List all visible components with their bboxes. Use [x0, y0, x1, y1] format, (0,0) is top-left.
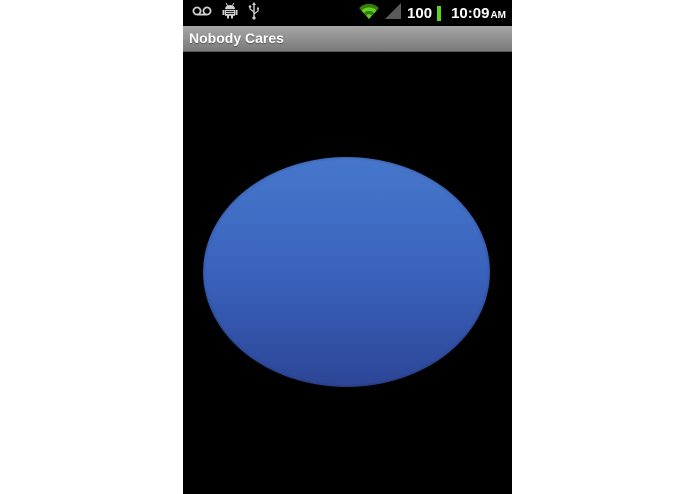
- status-system-icons: 100 10:09AM: [358, 3, 506, 23]
- usb-icon: [248, 1, 260, 25]
- phone-screen: 100 10:09AM Nobody Cares: [183, 0, 512, 494]
- blue-ellipse-shape[interactable]: [203, 157, 490, 387]
- status-bar: 100 10:09AM: [183, 0, 512, 26]
- battery-level: 100: [407, 4, 433, 22]
- drawing-canvas[interactable]: [183, 52, 512, 494]
- app-title: Nobody Cares: [189, 30, 284, 46]
- battery-icon: [437, 5, 442, 21]
- android-debug-icon: [222, 2, 238, 24]
- voicemail-icon: [192, 4, 212, 22]
- cell-signal-icon: [384, 2, 402, 24]
- clock: 10:09AM: [451, 5, 506, 22]
- clock-time: 10:09: [451, 4, 490, 22]
- clock-ampm: AM: [490, 9, 506, 21]
- wifi-icon: [358, 3, 380, 24]
- app-title-bar: Nobody Cares: [183, 26, 512, 52]
- status-notification-icons: [192, 1, 260, 25]
